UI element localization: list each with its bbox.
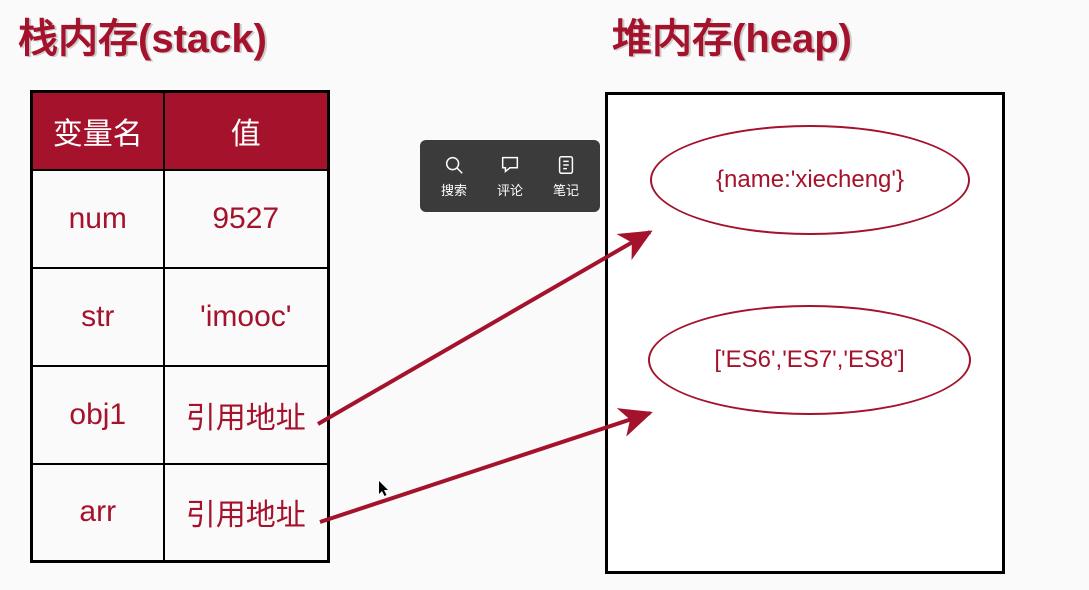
table-row: arr 引用地址 bbox=[32, 464, 329, 562]
cursor-icon bbox=[378, 480, 390, 498]
var-name: str bbox=[32, 268, 164, 366]
var-value: 'imooc' bbox=[164, 268, 329, 366]
floating-toolbar: 搜索 评论 笔记 bbox=[420, 140, 600, 212]
heap-object-label: {name:'xiecheng'} bbox=[716, 166, 904, 194]
heap-object-obj1: {name:'xiecheng'} bbox=[650, 125, 970, 235]
var-name: obj1 bbox=[32, 366, 164, 464]
comment-icon bbox=[499, 154, 521, 176]
heap-object-arr: ['ES6','ES7','ES8'] bbox=[648, 305, 971, 415]
note-icon bbox=[555, 154, 577, 176]
search-icon bbox=[443, 154, 465, 176]
toolbar-comment-button[interactable]: 评论 bbox=[485, 154, 535, 199]
stack-header-value: 值 bbox=[164, 92, 329, 170]
toolbar-label: 笔记 bbox=[553, 180, 579, 199]
var-name: num bbox=[32, 170, 164, 268]
toolbar-label: 评论 bbox=[497, 180, 523, 199]
toolbar-note-button[interactable]: 笔记 bbox=[541, 154, 591, 199]
var-value: 引用地址 bbox=[164, 464, 329, 562]
table-row: obj1 引用地址 bbox=[32, 366, 329, 464]
stack-header-name: 变量名 bbox=[32, 92, 164, 170]
var-name: arr bbox=[32, 464, 164, 562]
stack-memory-table: 变量名 值 num 9527 str 'imooc' obj1 引用地址 arr… bbox=[30, 90, 330, 563]
stack-title: 栈内存(stack) bbox=[18, 6, 267, 64]
toolbar-label: 搜索 bbox=[441, 180, 467, 199]
var-value: 9527 bbox=[164, 170, 329, 268]
var-value: 引用地址 bbox=[164, 366, 329, 464]
toolbar-search-button[interactable]: 搜索 bbox=[429, 154, 479, 199]
heap-memory-box: {name:'xiecheng'} ['ES6','ES7','ES8'] bbox=[605, 92, 1005, 574]
table-row: num 9527 bbox=[32, 170, 329, 268]
table-row: str 'imooc' bbox=[32, 268, 329, 366]
heap-title: 堆内存(heap) bbox=[612, 6, 852, 64]
heap-object-label: ['ES6','ES7','ES8'] bbox=[714, 346, 904, 374]
